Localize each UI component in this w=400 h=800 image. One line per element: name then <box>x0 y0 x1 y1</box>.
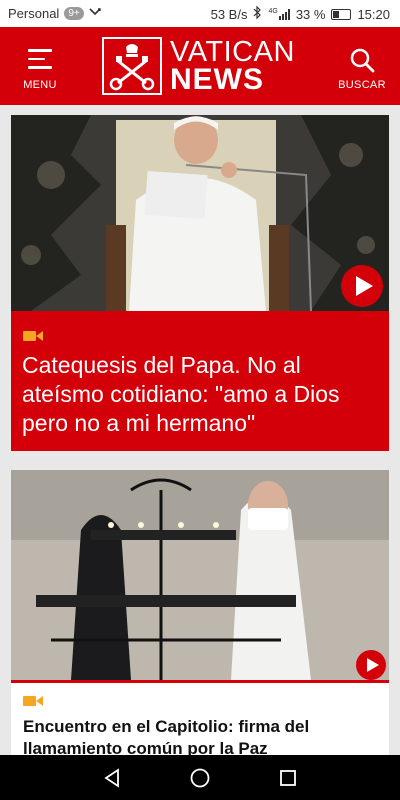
article-photo[interactable] <box>11 470 389 683</box>
carrier-label: Personal <box>8 6 60 21</box>
app-header: MENU VATICAN NEWS BUSCAR <box>0 27 400 105</box>
search-button[interactable]: BUSCAR <box>338 45 386 97</box>
video-camera-icon <box>23 329 43 347</box>
missed-call-icon <box>89 6 103 21</box>
article-photo[interactable] <box>11 115 389 311</box>
play-video-icon[interactable] <box>341 265 383 307</box>
video-camera-icon <box>23 694 43 712</box>
network-speed: 53 B/s <box>210 6 248 22</box>
recent-apps-icon[interactable] <box>273 763 303 793</box>
home-icon[interactable] <box>185 763 215 793</box>
android-nav-bar <box>0 755 400 800</box>
logo-news-text: NEWS <box>170 63 264 96</box>
news-feed[interactable]: Catequesis del Papa. No al ateísmo cotid… <box>0 105 400 755</box>
papal-keys-emblem-icon <box>102 37 162 95</box>
status-bar: Personal 9+ 53 B/s 4G 33 % 15:20 <box>0 0 400 27</box>
network-type: 4G <box>268 8 278 15</box>
play-video-icon[interactable] <box>356 650 386 680</box>
battery-icon <box>331 8 352 20</box>
article-title[interactable]: Catequesis del Papa. No al ateísmo cotid… <box>22 351 382 438</box>
menu-button[interactable]: MENU <box>18 45 62 97</box>
bluetooth-icon <box>253 5 262 22</box>
signal-icon: 4G <box>268 8 290 20</box>
battery-percent: 33 % <box>295 6 326 22</box>
notification-badge: 9+ <box>64 7 84 20</box>
search-label: BUSCAR <box>338 79 386 91</box>
menu-label: MENU <box>23 79 57 91</box>
search-icon <box>349 47 375 78</box>
clock: 15:20 <box>357 6 390 22</box>
article-title[interactable]: Encuentro en el Capitolio: firma del lla… <box>23 716 383 755</box>
article-card[interactable]: Catequesis del Papa. No al ateísmo cotid… <box>11 115 389 451</box>
vatican-news-logo[interactable]: VATICAN NEWS <box>102 37 298 97</box>
article-card[interactable]: Encuentro en el Capitolio: firma del lla… <box>11 470 389 755</box>
back-icon[interactable] <box>98 763 128 793</box>
hamburger-icon <box>28 49 52 75</box>
